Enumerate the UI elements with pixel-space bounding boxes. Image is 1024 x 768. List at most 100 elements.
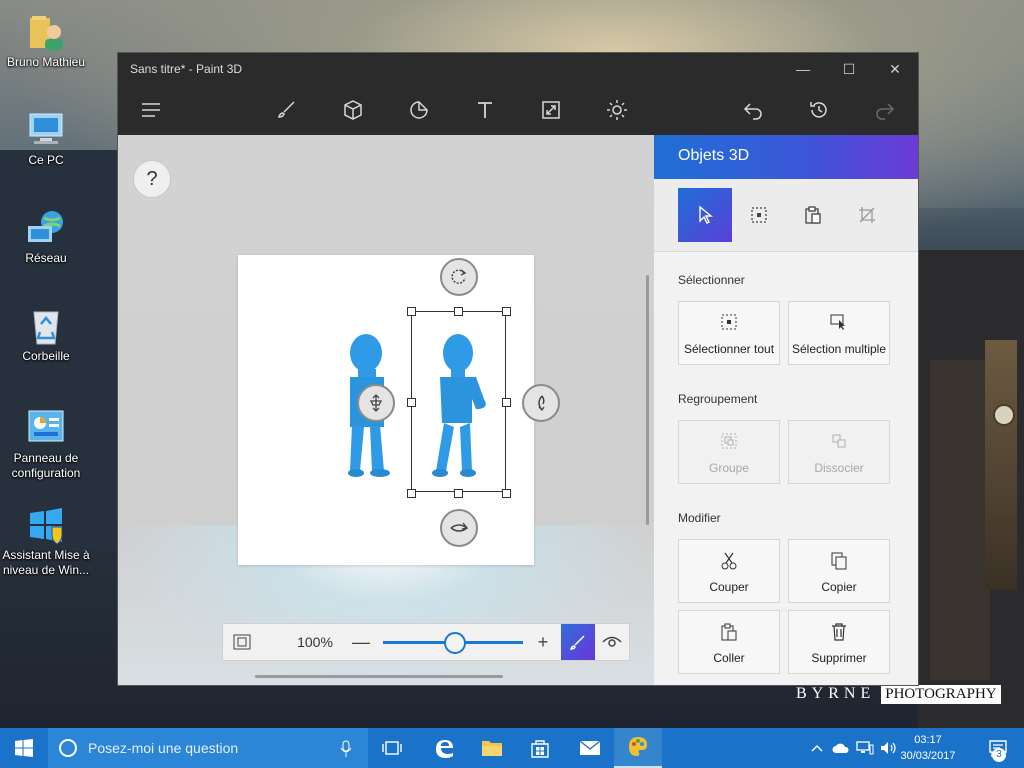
onedrive-tray-button[interactable] (830, 728, 852, 768)
desktop-icon-user-folder[interactable]: Bruno Mathieu (1, 12, 91, 70)
cortana-icon (59, 739, 77, 757)
user-folder-icon (26, 12, 66, 52)
undo-icon (743, 103, 762, 120)
desktop-icon-network[interactable]: Réseau (1, 208, 91, 266)
main-toolbar (118, 85, 918, 135)
redo-button[interactable] (868, 93, 902, 127)
workspace[interactable]: ? 100% — + (118, 135, 654, 685)
horizontal-scrollbar[interactable] (255, 675, 503, 678)
depth-move-icon (369, 394, 383, 412)
undo-button[interactable] (736, 93, 770, 127)
multi-select-button[interactable]: Sélection multiple (788, 301, 890, 365)
brushes-tool-button[interactable] (269, 93, 303, 127)
stickers-tool-button[interactable] (402, 93, 436, 127)
selection-handle[interactable] (454, 489, 463, 498)
vertical-scrollbar[interactable] (646, 275, 649, 525)
title-bar[interactable]: Sans titre* - Paint 3D — ☐ ✕ (118, 53, 918, 85)
copy-button[interactable]: Copier (788, 539, 890, 603)
ungroup-label: Dissocier (814, 461, 864, 475)
minus-icon: — (352, 631, 370, 652)
control-panel-icon (26, 408, 66, 448)
marquee-mode-tab[interactable] (732, 188, 786, 242)
store-button[interactable] (516, 728, 564, 768)
minimize-button[interactable]: — (780, 53, 826, 85)
select-all-button[interactable]: Sélectionner tout (678, 301, 780, 365)
ungroup-button[interactable]: Dissocier (788, 420, 890, 484)
maximize-button[interactable]: ☐ (826, 53, 872, 85)
cursor-icon (699, 205, 713, 224)
sticker-icon (410, 101, 428, 119)
depth-handle[interactable] (357, 384, 395, 422)
plus-icon: + (537, 631, 549, 652)
start-button[interactable] (0, 728, 48, 768)
photography-watermark: BYRNE PHOTOGRAPHY (796, 684, 1001, 704)
selection-handle[interactable] (502, 398, 511, 407)
cut-button[interactable]: Couper (678, 539, 780, 603)
network-tray-button[interactable] (854, 728, 876, 768)
canvas-tool-button[interactable] (534, 93, 568, 127)
cube-icon (344, 100, 362, 120)
paste-mode-tab[interactable] (786, 188, 840, 242)
rotate-z-handle[interactable] (440, 258, 478, 296)
zoom-bar: 100% — + (222, 623, 630, 661)
close-icon: ✕ (889, 60, 901, 77)
multi-select-icon (830, 314, 845, 330)
menu-button[interactable] (134, 93, 168, 127)
selection-handle[interactable] (502, 489, 511, 498)
zoom-in-button[interactable]: + (529, 628, 557, 656)
desktop-icon-label: Ce PC (28, 153, 64, 167)
delete-button[interactable]: Supprimer (788, 610, 890, 674)
selection-handle[interactable] (407, 307, 416, 316)
edit-mode-button[interactable] (561, 624, 595, 660)
redo-icon (876, 103, 895, 120)
3d-objects-tool-button[interactable] (336, 93, 370, 127)
section-modify-label: Modifier (678, 511, 721, 525)
selection-handle[interactable] (454, 307, 463, 316)
show-hidden-icons-button[interactable] (806, 728, 828, 768)
desktop-icon-this-pc[interactable]: Ce PC (1, 110, 91, 168)
edge-taskbar-button[interactable] (420, 728, 468, 768)
action-center-button[interactable]: 3 (978, 728, 1018, 768)
group-button[interactable]: Groupe (678, 420, 780, 484)
paint3d-taskbar-button[interactable] (614, 728, 662, 768)
paste-button[interactable]: Coller (678, 610, 780, 674)
close-button[interactable]: ✕ (872, 53, 918, 85)
windows-logo-icon (26, 505, 66, 545)
desktop-icon-recycle-bin[interactable]: Corbeille (1, 306, 91, 364)
taskbar-clock[interactable]: 03:17 30/03/2017 (900, 732, 956, 764)
window-title: Sans titre* - Paint 3D (130, 62, 243, 76)
view-3d-button[interactable] (595, 624, 629, 660)
effects-tool-button[interactable] (600, 93, 634, 127)
zoom-slider-thumb[interactable] (444, 632, 466, 654)
marquee-select-icon (751, 207, 767, 223)
file-explorer-button[interactable] (468, 728, 516, 768)
zoom-out-button[interactable]: — (347, 628, 375, 656)
mail-button[interactable] (566, 728, 614, 768)
select-mode-tab[interactable] (678, 188, 732, 242)
selection-handle[interactable] (407, 489, 416, 498)
desktop-icon-upgrade-assistant[interactable]: Assistant Mise à niveau de Win... (1, 505, 91, 578)
fit-screen-icon (233, 634, 251, 650)
chevron-up-icon (811, 744, 823, 752)
history-button[interactable] (802, 93, 836, 127)
selection-handle[interactable] (407, 398, 416, 407)
text-tool-button[interactable] (468, 93, 502, 127)
section-group-label: Regroupement (678, 392, 758, 406)
fit-to-screen-button[interactable] (223, 624, 261, 660)
task-view-button[interactable] (368, 728, 416, 768)
crop-mode-tab[interactable] (840, 188, 894, 242)
copy-icon (831, 552, 847, 570)
help-button[interactable]: ? (133, 160, 171, 198)
selection-box[interactable] (411, 311, 506, 492)
eye-icon (602, 636, 622, 647)
crop-icon (859, 207, 875, 223)
desktop-icon-control-panel[interactable]: Panneau de configuration (1, 408, 91, 481)
watermark-suffix: PHOTOGRAPHY (881, 684, 1001, 704)
zoom-percentage: 100% (297, 634, 333, 650)
rotate-horizontal-icon (450, 522, 469, 532)
selection-handle[interactable] (502, 307, 511, 316)
cortana-search-box[interactable]: Posez-moi une question (48, 728, 368, 768)
rotate-y-handle[interactable] (522, 384, 560, 422)
rotate-x-handle[interactable] (440, 509, 478, 547)
volume-tray-button[interactable] (878, 728, 900, 768)
